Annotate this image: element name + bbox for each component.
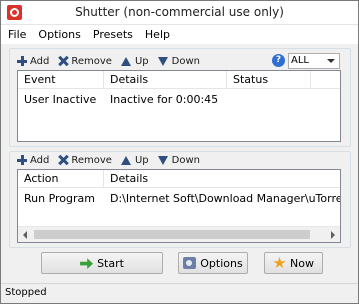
status-cell [227, 91, 311, 108]
status-bar: Stopped [1, 283, 358, 303]
options-icon [183, 257, 197, 269]
events-toolbar: Add Remove Up Down [17, 52, 209, 70]
details-cell: Inactive for 0:00:45 [110, 93, 219, 106]
start-arrow-icon [80, 258, 94, 269]
plus-icon [17, 155, 27, 165]
help-icon[interactable]: ? [272, 54, 285, 67]
scroll-right-icon[interactable] [331, 231, 335, 239]
x-icon [58, 155, 68, 165]
actions-up-button[interactable]: Up [120, 154, 149, 166]
actions-down-button[interactable]: Down [157, 154, 200, 166]
events-up-button[interactable]: Up [120, 55, 149, 67]
menu-file[interactable]: File [1, 28, 32, 41]
chevron-down-icon [327, 59, 335, 63]
actions-toolbar: Add Remove Up Down [17, 151, 209, 169]
actions-down-label: Down [171, 154, 200, 166]
star-icon [273, 257, 286, 268]
action-cell: Run Program [24, 192, 96, 205]
horizontal-scrollbar[interactable] [18, 226, 340, 242]
action-details-cell: D:\Internet Soft\Download Manager\uTorre… [110, 192, 340, 205]
x-icon [58, 56, 68, 66]
actions-remove-button[interactable]: Remove [58, 155, 112, 166]
event-filter-value: ALL [291, 55, 309, 66]
actions-add-button[interactable]: Add [17, 155, 49, 166]
event-cell: User Inactive [24, 93, 97, 106]
arrow-down-icon [157, 56, 168, 66]
events-down-button[interactable]: Down [157, 55, 200, 67]
options-label: Options [200, 256, 243, 270]
column-status[interactable]: Status [227, 71, 311, 89]
window-title: Shutter (non-commercial use only) [75, 5, 284, 19]
menu-bar: File Options Presets Help [1, 25, 358, 44]
events-up-label: Up [134, 55, 149, 67]
menu-help[interactable]: Help [139, 28, 176, 41]
status-text: Stopped [5, 287, 47, 298]
actions-list[interactable]: Action Details Run Program D:\Internet S… [17, 169, 341, 243]
plus-icon [17, 56, 27, 66]
column-action[interactable]: Action [18, 170, 104, 188]
arrow-down-icon [157, 155, 168, 165]
column-action-details[interactable]: Details [104, 170, 340, 188]
events-down-label: Down [171, 55, 200, 67]
menu-presets[interactable]: Presets [87, 28, 139, 41]
table-row[interactable]: User Inactive Inactive for 0:00:45 [18, 91, 340, 108]
options-button[interactable]: Options [178, 252, 248, 274]
table-row[interactable]: Run Program D:\Internet Soft\Download Ma… [18, 190, 340, 207]
start-button[interactable]: Start [41, 252, 163, 274]
app-window: Shutter (non-commercial use only) File O… [0, 0, 359, 304]
now-button[interactable]: Now [264, 252, 323, 274]
actions-remove-label: Remove [71, 154, 112, 166]
now-label: Now [290, 256, 314, 270]
events-add-button[interactable]: Add [17, 56, 49, 67]
title-bar: Shutter (non-commercial use only) [1, 1, 358, 25]
column-details[interactable]: Details [104, 71, 227, 89]
column-event[interactable]: Event [18, 71, 104, 89]
menu-options[interactable]: Options [32, 28, 86, 41]
events-remove-label: Remove [71, 55, 112, 67]
actions-list-header: Action Details [18, 170, 340, 188]
arrow-up-icon [120, 56, 131, 66]
arrow-up-icon [120, 155, 131, 165]
event-filter-select[interactable]: ALL [288, 53, 340, 69]
events-remove-button[interactable]: Remove [58, 56, 112, 67]
events-add-label: Add [30, 55, 50, 67]
scrollbar-thumb[interactable] [34, 230, 310, 239]
events-list[interactable]: Event Details Status User Inactive Inact… [17, 70, 341, 142]
start-label: Start [97, 256, 124, 270]
actions-add-label: Add [30, 154, 50, 166]
scroll-left-icon[interactable] [23, 231, 27, 239]
actions-up-label: Up [134, 154, 149, 166]
events-list-header: Event Details Status [18, 71, 340, 89]
